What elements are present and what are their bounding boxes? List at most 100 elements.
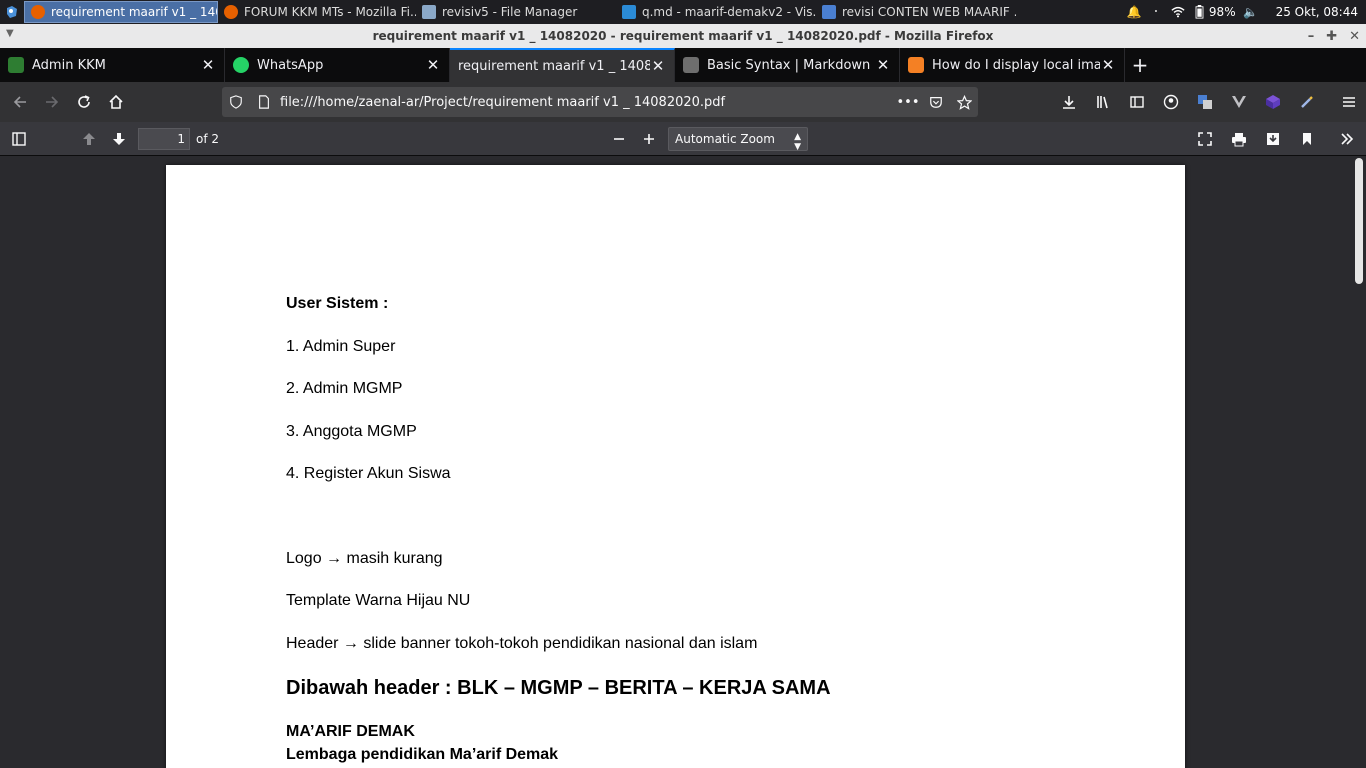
taskbar-task-file-manager[interactable]: revisiv5 - File Manager [416, 1, 616, 23]
vue-devtools-button[interactable] [1222, 86, 1256, 118]
notification-bell-icon[interactable]: 🔔 [1126, 5, 1141, 19]
library-button[interactable] [1086, 86, 1120, 118]
firefox-icon [224, 5, 238, 19]
battery-percent: 98% [1208, 5, 1236, 19]
down-arrow-icon [113, 132, 125, 145]
close-tab-icon[interactable]: ✕ [425, 56, 441, 74]
save-pdf-button[interactable] [1258, 126, 1288, 152]
next-page-button[interactable] [104, 126, 134, 152]
vue-icon [1232, 96, 1246, 108]
url-bar[interactable]: file:///home/zaenal-ar/Project/requireme… [222, 87, 978, 117]
forward-arrow-icon [46, 96, 59, 108]
tab-whatsapp[interactable]: WhatsApp ✕ [225, 48, 450, 82]
reload-icon [78, 95, 90, 108]
translate-extension-button[interactable] [1188, 86, 1222, 118]
window-menu-icon[interactable]: ▼ [6, 28, 14, 39]
color-picker-button[interactable] [1290, 86, 1324, 118]
page-actions-icon[interactable]: ••• [894, 95, 922, 110]
tab-label: How do I display local image [932, 57, 1100, 73]
forward-button[interactable] [36, 86, 68, 118]
firefox-icon [31, 5, 45, 19]
downloads-button[interactable] [1052, 86, 1086, 118]
tab-requirement-pdf[interactable]: requirement maarif v1 _ 14082020 ✕ [450, 48, 675, 82]
print-button[interactable] [1224, 126, 1254, 152]
url-text[interactable]: file:///home/zaenal-ar/Project/requireme… [278, 95, 894, 110]
back-button[interactable] [4, 86, 36, 118]
library-icon [1097, 96, 1108, 109]
toggle-sidebar-button[interactable] [4, 126, 34, 152]
tab-markdown-guide[interactable]: Basic Syntax | Markdown Gu ✕ [675, 48, 900, 82]
new-tab-button[interactable]: + [1125, 48, 1155, 82]
org-name: MA’ARIF DEMAK [286, 723, 415, 740]
taskbar-task-label: q.md - maarif-demakv2 - Vis... [642, 5, 816, 19]
close-tab-icon[interactable]: ✕ [1100, 56, 1116, 74]
battery-icon[interactable] [1193, 5, 1207, 19]
close-tab-icon[interactable]: ✕ [875, 56, 891, 74]
maximize-icon[interactable]: ✚ [1326, 29, 1337, 44]
app-menu-button[interactable] [0, 0, 24, 24]
scrollbar-thumb[interactable] [1355, 158, 1363, 284]
taskbar: requirement maarif v1 _ 140... FORUM KKM… [0, 0, 1366, 24]
taskbar-task-firefox-pdf[interactable]: requirement maarif v1 _ 140... [24, 1, 218, 23]
sidebar-toggle-icon [12, 131, 26, 146]
taskbar-task-firefox-forum[interactable]: FORUM KKM MTs - Mozilla Fi... [218, 1, 416, 23]
previous-page-button[interactable] [74, 126, 104, 152]
reload-button[interactable] [68, 86, 100, 118]
fullscreen-icon [1198, 131, 1212, 146]
user-item: 3. Anggota MGMP [286, 423, 417, 440]
zoom-in-button[interactable] [634, 126, 664, 152]
hamburger-menu-icon [1343, 97, 1355, 107]
account-button[interactable] [1154, 86, 1188, 118]
sidebar-icon [1130, 96, 1144, 108]
bookmark-icon [1303, 132, 1311, 145]
page-number-input[interactable] [138, 127, 190, 150]
system-tray: 🔔 ᛫ 98% 🔈 25 Okt, 08:44 [1126, 0, 1366, 24]
minimize-icon[interactable]: – [1308, 29, 1315, 44]
zoom-out-button[interactable] [604, 126, 634, 152]
taskbar-task-vscode[interactable]: q.md - maarif-demakv2 - Vis... [616, 1, 816, 23]
tracking-shield-icon[interactable] [222, 95, 250, 109]
toolbar-right [1052, 86, 1366, 118]
save-icon [1267, 132, 1279, 145]
tools-button[interactable] [1332, 126, 1362, 152]
tab-strip: Admin KKM ✕ WhatsApp ✕ requirement maari… [0, 48, 1366, 82]
bookmark-star-icon[interactable] [950, 94, 978, 110]
presentation-mode-button[interactable] [1190, 126, 1220, 152]
tab-label: requirement maarif v1 _ 14082020 [458, 58, 650, 74]
tab-label: Basic Syntax | Markdown Gu [707, 57, 875, 73]
page-count: of 2 [196, 131, 220, 146]
bookmark-view-button[interactable] [1292, 126, 1322, 152]
pdf-toolbar: of 2 Automatic Zoom ▲▼ [0, 122, 1366, 156]
home-icon [109, 94, 123, 109]
zoom-select[interactable]: Automatic Zoom ▲ ▼ [668, 126, 809, 152]
tab-stackoverflow[interactable]: How do I display local image ✕ [900, 48, 1125, 82]
close-tab-icon[interactable]: ✕ [650, 57, 666, 75]
close-tab-icon[interactable]: ✕ [200, 56, 216, 74]
taskbar-task-document[interactable]: revisi CONTEN WEB MAARIF ... [816, 1, 1016, 23]
bluetooth-icon[interactable]: ᛫ [1149, 5, 1163, 19]
vertical-scrollbar[interactable] [1354, 156, 1364, 768]
sidebar-button[interactable] [1120, 86, 1154, 118]
clock[interactable]: 25 Okt, 08:44 [1276, 5, 1358, 19]
page-info-icon[interactable] [250, 95, 278, 109]
admin-kkm-favicon [8, 57, 24, 73]
org-subtitle: Lembaga pendidikan Ma’arif Demak [286, 746, 559, 763]
header-line: Header → slide banner tokoh-tokoh pendid… [286, 635, 758, 652]
document-icon [822, 5, 836, 19]
eyedropper-icon [1301, 96, 1313, 108]
pocket-icon[interactable] [922, 95, 950, 109]
wifi-icon[interactable] [1171, 5, 1185, 19]
tab-admin-kkm[interactable]: Admin KKM ✕ [0, 48, 225, 82]
markdown-favicon [683, 57, 699, 73]
main-menu-button[interactable] [1332, 86, 1366, 118]
user-item: 2. Admin MGMP [286, 380, 403, 397]
zoom-select-value: Automatic Zoom [675, 131, 775, 146]
minus-icon [614, 137, 625, 140]
volume-icon[interactable]: 🔈 [1243, 5, 1258, 19]
extension-button[interactable] [1256, 86, 1290, 118]
close-window-icon[interactable]: ✕ [1349, 29, 1360, 44]
pdf-viewer[interactable]: User Sistem : 1. Admin Super 2. Admin MG… [0, 156, 1366, 768]
home-button[interactable] [100, 86, 132, 118]
navigation-toolbar: file:///home/zaenal-ar/Project/requireme… [0, 82, 1366, 122]
pdf-page: User Sistem : 1. Admin Super 2. Admin MG… [166, 165, 1185, 768]
